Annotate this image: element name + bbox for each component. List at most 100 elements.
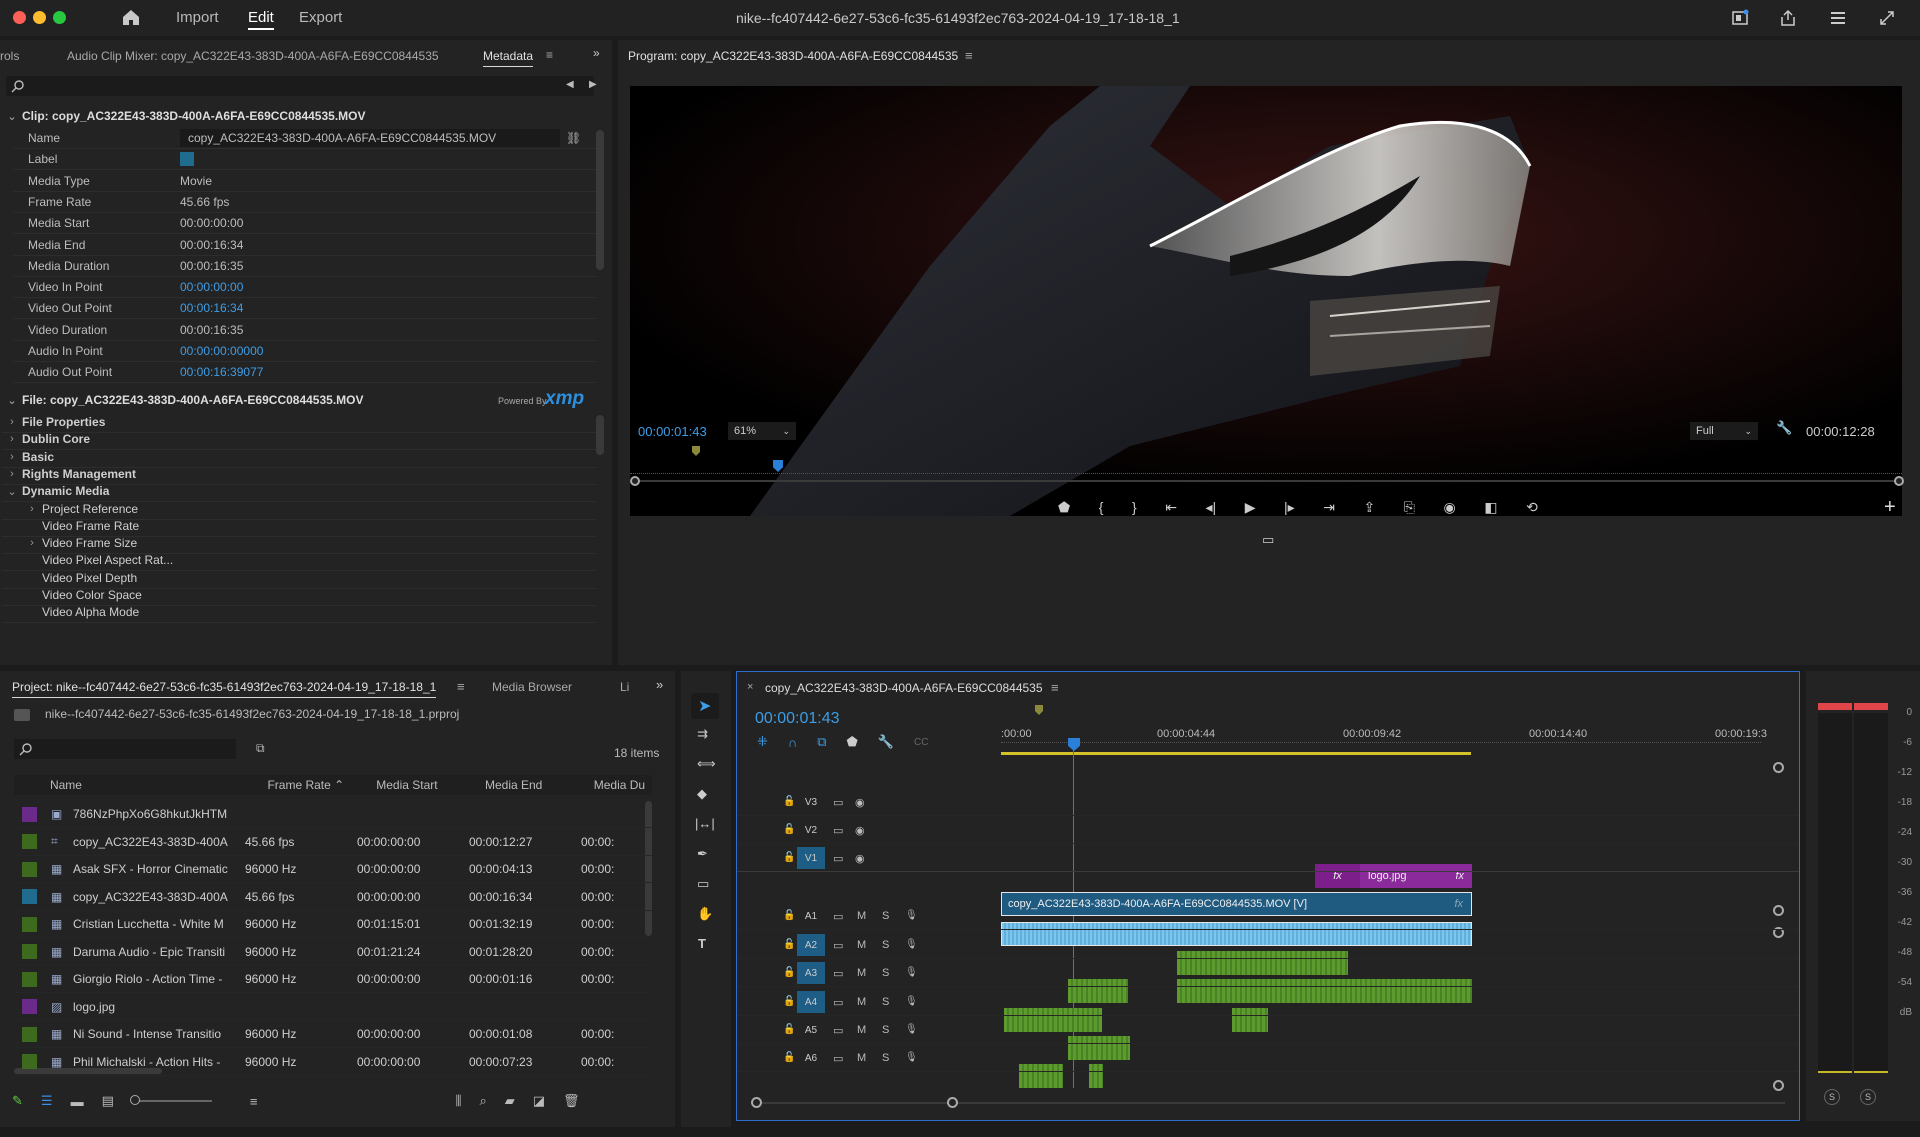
add-button-icon[interactable]: + — [1884, 496, 1896, 519]
clip-section-header[interactable]: ⌄ Clip: copy_AC322E43-383D-400A-A6FA-E69… — [2, 106, 596, 126]
mute-button[interactable]: M — [857, 1024, 866, 1036]
chevron-right-icon[interactable]: › — [22, 503, 42, 515]
project-item-row[interactable]: ▣ 786NzPhpXo6G8hkutJkHTM — [14, 801, 652, 828]
more-panels-icon[interactable]: » — [593, 46, 600, 60]
program-scroll-track[interactable] — [634, 480, 1900, 482]
close-tab-icon[interactable]: × — [747, 681, 753, 693]
slip-tool-icon[interactable]: |↔| — [695, 816, 715, 831]
microphone-icon[interactable]: 🎙 — [905, 1024, 918, 1035]
new-bin-icon[interactable]: ▰ — [505, 1093, 515, 1109]
icon-view-icon[interactable]: ▬ — [71, 1094, 84, 1109]
pencil-icon[interactable]: ✎ — [12, 1093, 23, 1109]
microphone-icon[interactable]: 🎙 — [905, 1052, 918, 1063]
lock-icon[interactable]: 🔓 — [783, 939, 795, 950]
column-media-start[interactable]: Media Start — [376, 778, 485, 792]
quick-export-icon[interactable] — [1730, 8, 1750, 28]
solo-left-button[interactable]: S — [1824, 1089, 1840, 1105]
nest-icon[interactable]: ⁜ — [757, 734, 768, 750]
eye-icon[interactable]: ◉ — [855, 852, 865, 865]
project-item-row[interactable]: ▦ Asak SFX - Horror Cinematic 96000 Hz 00:0… — [14, 856, 652, 883]
step-back-icon[interactable]: ◂| — [1205, 499, 1216, 516]
minimize-window-button[interactable] — [33, 11, 46, 24]
go-to-in-icon[interactable]: ⇤ — [1165, 499, 1177, 516]
track-label-a4[interactable]: A4 — [797, 991, 825, 1013]
column-media-end[interactable]: Media End — [485, 778, 594, 792]
microphone-icon[interactable]: 🎙 — [905, 939, 918, 950]
freeform-view-icon[interactable]: ▤ — [102, 1093, 114, 1109]
chevron-right-icon[interactable]: › — [2, 433, 22, 445]
lock-icon[interactable]: 🔓 — [783, 1024, 795, 1035]
column-frame-rate[interactable]: Frame Rate ⌃ — [267, 778, 376, 792]
hand-tool-icon[interactable]: ✋ — [697, 906, 713, 922]
mute-button[interactable]: M — [857, 939, 866, 951]
trash-icon[interactable]: 🗑 — [563, 1093, 580, 1109]
label-color-swatch[interactable] — [22, 944, 37, 959]
panel-menu-icon[interactable]: ≡ — [546, 48, 553, 62]
step-forward-icon[interactable]: |▸ — [1284, 499, 1295, 516]
go-to-out-icon[interactable]: ⇥ — [1323, 499, 1335, 516]
wrench-icon[interactable]: 🔧 — [878, 734, 894, 750]
linked-selection-icon[interactable]: ⧉ — [817, 734, 826, 750]
track-label-a6[interactable]: A6 — [797, 1047, 825, 1069]
safe-margins-icon[interactable]: ▭ — [1262, 532, 1274, 548]
chevron-right-icon[interactable]: › — [22, 537, 42, 549]
sync-lock-icon[interactable]: ▭ — [833, 967, 843, 980]
eye-icon[interactable]: ◉ — [855, 796, 865, 809]
nav-export[interactable]: Export — [299, 9, 342, 26]
audio-scroll-handle[interactable] — [1773, 1080, 1784, 1091]
sequence-tab[interactable]: copy_AC322E43-383D-400A-A6FA-E69CC084453… — [765, 681, 1043, 695]
tab-project[interactable]: Project: nike--fc407442-6e27-53c6-fc35-6… — [12, 680, 437, 698]
program-monitor-title[interactable]: Program: copy_AC322E43-383D-400A-A6FA-E6… — [628, 49, 958, 66]
work-area-bar[interactable] — [1001, 752, 1471, 755]
type-tool-icon[interactable]: T — [698, 936, 706, 951]
panel-menu-icon[interactable]: ≡ — [457, 679, 465, 694]
lock-icon[interactable]: 🔓 — [783, 996, 795, 1007]
project-search-input[interactable] — [14, 739, 236, 759]
sync-lock-icon[interactable]: ▭ — [833, 852, 843, 865]
rectangle-tool-icon[interactable]: ▭ — [697, 876, 709, 892]
track-label-a3[interactable]: A3 — [797, 962, 825, 984]
track-label-v1[interactable]: V1 — [797, 847, 825, 869]
selection-tool-icon[interactable]: ➤ — [698, 696, 711, 716]
mute-button[interactable]: M — [857, 1052, 866, 1064]
export-frame-icon[interactable]: ◉ — [1444, 499, 1456, 516]
share-icon[interactable] — [1778, 8, 1798, 28]
chevron-right-icon[interactable]: › — [2, 416, 22, 428]
next-result-icon[interactable]: ▶ — [589, 79, 597, 90]
add-marker-icon[interactable]: ⬟ — [1058, 499, 1070, 516]
track-label-a2[interactable]: A2 — [797, 934, 825, 956]
scroll-handle-right[interactable] — [1894, 476, 1904, 486]
program-timecode[interactable]: 00:00:01:43 — [638, 424, 707, 439]
zoom-slider[interactable] — [129, 1095, 212, 1105]
mark-in-icon[interactable]: { — [1099, 499, 1104, 515]
snap-icon[interactable]: ∩ — [788, 735, 797, 750]
peak-indicator-left[interactable] — [1818, 703, 1852, 710]
project-item-row[interactable]: ▦ Cristian Lucchetta - White M 96000 Hz 00:… — [14, 911, 652, 938]
zoom-level-select[interactable]: 61% ⌄ — [728, 422, 796, 440]
sync-lock-icon[interactable]: ▭ — [833, 910, 843, 923]
nav-import[interactable]: Import — [176, 9, 219, 26]
project-item-row[interactable]: ▦ Ni Sound - Intense Transitio 96000 Hz 00:… — [14, 1021, 652, 1048]
tab-metadata[interactable]: Metadata — [483, 49, 534, 67]
solo-button[interactable]: S — [882, 1024, 889, 1036]
lock-icon[interactable]: 🔓 — [783, 967, 795, 978]
mark-out-icon[interactable]: } — [1132, 499, 1137, 515]
label-color-swatch[interactable] — [22, 1026, 37, 1042]
home-icon[interactable] — [120, 6, 142, 28]
solo-button[interactable]: S — [882, 996, 889, 1008]
label-color-swatch[interactable] — [22, 861, 37, 877]
eye-icon[interactable]: ◉ — [855, 824, 865, 837]
nav-edit[interactable]: Edit — [248, 9, 274, 30]
panel-menu-icon[interactable]: ≡ — [1051, 680, 1059, 695]
fullscreen-icon[interactable] — [1877, 8, 1897, 28]
razor-tool-icon[interactable]: ◆ — [697, 786, 707, 802]
scroll-handle-left[interactable] — [630, 476, 640, 486]
label-color-swatch[interactable] — [22, 889, 37, 904]
timeline-scrollbar[interactable] — [755, 1102, 1785, 1104]
tab-media-browser[interactable]: Media Browser — [492, 680, 572, 694]
find-icon[interactable]: ⌕ — [479, 1093, 486, 1109]
label-color-swatch[interactable] — [180, 152, 194, 167]
project-item-row[interactable]: ▦ Giorgio Riolo - Action Time - 96000 Hz 00… — [14, 966, 652, 993]
sort-icons-icon[interactable]: ≡ — [250, 1094, 258, 1109]
ripple-edit-tool-icon[interactable]: ⟺ — [697, 756, 716, 772]
